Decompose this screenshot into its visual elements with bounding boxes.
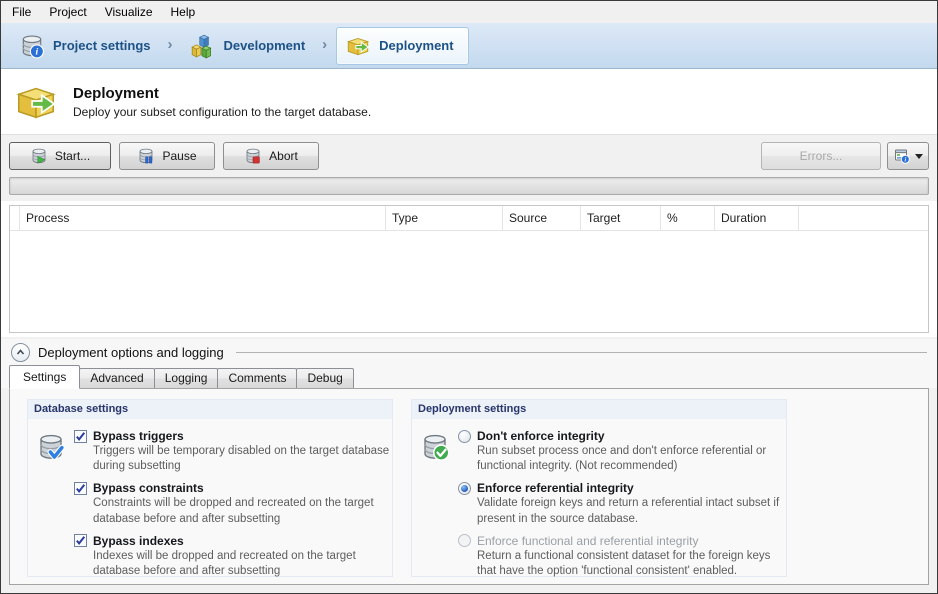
breadcrumb-development[interactable]: Development (182, 28, 314, 64)
deploy-box-icon (345, 33, 371, 59)
database-settings-body: Bypass triggers Triggers will be tempora… (28, 419, 392, 579)
functional-integrity-label: Enforce functional and referential integ… (477, 534, 698, 548)
cubes-icon (190, 33, 216, 59)
table-header-source[interactable]: Source (503, 206, 581, 230)
table-body-empty (10, 231, 928, 332)
bypass-triggers-description: Triggers will be temporary disabled on t… (93, 444, 392, 474)
pause-button[interactable]: Pause (119, 142, 215, 170)
settings-tab-panel: Database settings B (9, 388, 929, 585)
checkbox-checked-icon (74, 482, 87, 495)
abort-button[interactable]: Abort (223, 142, 319, 170)
bypass-indexes-checkbox[interactable] (74, 534, 87, 547)
database-pause-icon (137, 147, 155, 165)
breadcrumb-label: Project settings (53, 38, 151, 53)
table-header-percent[interactable]: % (661, 206, 715, 230)
tab-advanced[interactable]: Advanced (79, 368, 154, 388)
bypass-triggers-label[interactable]: Bypass triggers (93, 429, 184, 443)
deployment-settings-title: Deployment settings (412, 400, 786, 419)
chevron-down-icon (915, 154, 923, 159)
errors-button-label: Errors... (800, 149, 843, 163)
abort-button-label: Abort (269, 149, 298, 163)
breadcrumb: i Project settings › Development › Deplo… (1, 23, 937, 69)
options-section-header: Deployment options and logging (1, 339, 937, 365)
database-start-icon (30, 147, 48, 165)
menu-visualize[interactable]: Visualize (96, 2, 162, 22)
start-button-label: Start... (55, 149, 90, 163)
referential-integrity-radio[interactable] (458, 482, 471, 495)
dont-enforce-label[interactable]: Don't enforce integrity (477, 429, 605, 443)
dont-enforce-description: Run subset process once and don't enforc… (477, 444, 786, 474)
bypass-constraints-checkbox[interactable] (74, 482, 87, 495)
table-header-filler (799, 206, 928, 230)
table-header-process[interactable]: Process (20, 206, 386, 230)
dont-enforce-row: Don't enforce integrity Run subset proce… (458, 429, 786, 474)
options-tabs: Settings Advanced Logging Comments Debug (1, 365, 937, 388)
bypass-constraints-label[interactable]: Bypass constraints (93, 481, 204, 495)
tab-settings[interactable]: Settings (9, 365, 80, 389)
page-header: Deployment Deploy your subset configurat… (1, 69, 937, 135)
tab-comments[interactable]: Comments (217, 368, 297, 388)
options-section-title: Deployment options and logging (38, 345, 224, 360)
pause-button-label: Pause (162, 149, 196, 163)
menu-file[interactable]: File (3, 2, 40, 22)
progress-bar (9, 177, 929, 195)
breadcrumb-separator-icon: › (322, 36, 327, 53)
process-table-wrap: Process Type Source Target % Duration (1, 201, 937, 337)
table-header-target[interactable]: Target (581, 206, 661, 230)
deployment-settings-body: Don't enforce integrity Run subset proce… (412, 419, 786, 579)
checkbox-checked-icon (74, 534, 87, 547)
deployment-box-icon (13, 79, 59, 125)
functional-integrity-description: Return a functional consistent dataset f… (477, 549, 786, 579)
breadcrumb-project-settings[interactable]: i Project settings (11, 28, 159, 64)
bypass-triggers-checkbox[interactable] (74, 430, 87, 443)
referential-integrity-row: Enforce referential integrity Validate f… (458, 481, 786, 526)
bypass-triggers-row: Bypass triggers Triggers will be tempora… (74, 429, 392, 474)
breadcrumb-label: Deployment (379, 38, 453, 53)
functional-integrity-row: Enforce functional and referential integ… (458, 534, 786, 579)
breadcrumb-label: Development (224, 38, 306, 53)
functional-integrity-radio (458, 534, 471, 547)
referential-integrity-label[interactable]: Enforce referential integrity (477, 481, 634, 495)
breadcrumb-separator-icon: › (168, 36, 173, 53)
report-dropdown-button[interactable]: i (887, 142, 929, 170)
report-info-icon: i (894, 148, 910, 164)
section-divider (236, 352, 927, 353)
table-header-row: Process Type Source Target % Duration (10, 206, 928, 231)
breadcrumb-deployment[interactable]: Deployment (336, 27, 468, 65)
menu-help[interactable]: Help (162, 2, 205, 22)
collapse-button[interactable] (11, 343, 30, 362)
bypass-indexes-label[interactable]: Bypass indexes (93, 534, 184, 548)
database-settings-group: Database settings B (27, 399, 393, 577)
database-ok-icon (420, 432, 450, 462)
chevron-up-icon (15, 347, 26, 358)
database-info-icon: i (19, 33, 45, 59)
bypass-constraints-description: Constraints will be dropped and recreate… (93, 496, 392, 526)
referential-integrity-description: Validate foreign keys and return a refer… (477, 496, 786, 526)
bypass-constraints-row: Bypass constraints Constraints will be d… (74, 481, 392, 526)
page-subtitle: Deploy your subset configuration to the … (73, 105, 371, 119)
bypass-indexes-row: Bypass indexes Indexes will be dropped a… (74, 534, 392, 579)
table-header-spacer (10, 206, 20, 230)
tab-logging[interactable]: Logging (154, 368, 219, 388)
progress-row (1, 177, 937, 201)
menu-project[interactable]: Project (40, 2, 95, 22)
toolbar: Start... Pause Abort Errors... (1, 135, 937, 177)
app-window: File Project Visualize Help i Project se… (0, 0, 938, 594)
start-button[interactable]: Start... (9, 142, 111, 170)
dont-enforce-radio[interactable] (458, 430, 471, 443)
table-header-duration[interactable]: Duration (715, 206, 799, 230)
menu-bar: File Project Visualize Help (1, 1, 937, 23)
errors-button: Errors... (761, 142, 881, 170)
deployment-settings-group: Deployment settings Don't enforce integr… (411, 399, 787, 577)
database-settings-title: Database settings (28, 400, 392, 419)
database-check-icon (36, 432, 66, 462)
svg-text:i: i (36, 46, 39, 57)
tab-debug[interactable]: Debug (296, 368, 353, 388)
checkbox-checked-icon (74, 430, 87, 443)
process-table: Process Type Source Target % Duration (9, 205, 929, 333)
table-header-type[interactable]: Type (386, 206, 503, 230)
database-abort-icon (244, 147, 262, 165)
page-title: Deployment (73, 85, 371, 102)
bypass-indexes-description: Indexes will be dropped and recreated on… (93, 549, 392, 579)
